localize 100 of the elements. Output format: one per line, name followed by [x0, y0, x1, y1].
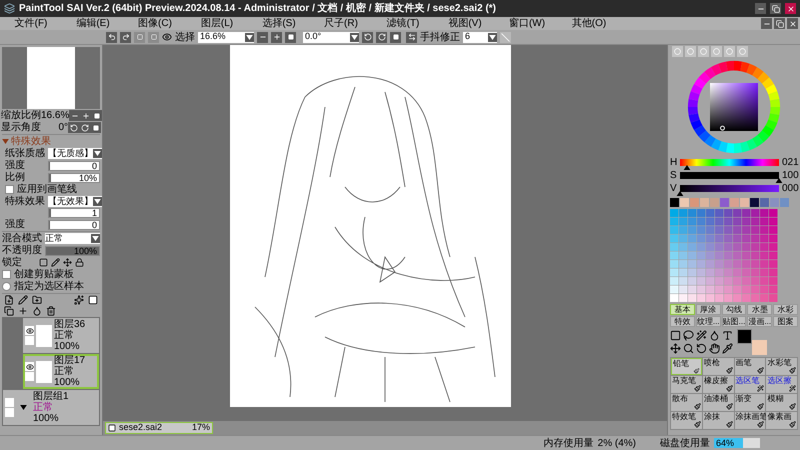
zoom-in-button[interactable] — [271, 32, 282, 42]
redo-button[interactable] — [120, 32, 131, 42]
color-swatch[interactable] — [700, 198, 709, 207]
brush-slot[interactable]: 散布 — [671, 394, 702, 411]
menu-item[interactable]: 图层(L) — [186, 18, 248, 30]
visibility-toggle[interactable] — [25, 362, 34, 371]
checkbox[interactable] — [2, 270, 11, 279]
brush-tab[interactable]: 厚涂 — [696, 304, 721, 315]
slider-value: 0 — [92, 220, 97, 230]
brush-slot[interactable]: 特效笔 — [671, 412, 702, 429]
minimize-button[interactable] — [761, 18, 772, 29]
layer-item[interactable]: 图层36 正常 100% — [23, 318, 99, 353]
slider-thumb[interactable] — [676, 191, 684, 196]
close-button[interactable] — [787, 18, 798, 29]
slider-thumb[interactable] — [776, 178, 782, 183]
brush-slot[interactable]: 像素画 — [766, 412, 797, 429]
rotate-right-button[interactable] — [376, 32, 387, 42]
visibility-toggle[interactable] — [5, 398, 14, 407]
navigator-preview[interactable] — [2, 47, 100, 109]
color-wheel-drawing[interactable] — [686, 59, 782, 155]
canvas-area[interactable] — [103, 45, 667, 421]
color-swatch[interactable] — [710, 198, 719, 207]
brush-tab[interactable]: 纹理... — [696, 316, 721, 327]
menu-item[interactable]: 选择(S) — [248, 18, 310, 30]
radio-button[interactable] — [2, 282, 11, 291]
menu-item[interactable]: 编辑(E) — [62, 18, 124, 30]
dropdown[interactable]: 【无质感】 — [48, 148, 102, 159]
brush-slot[interactable]: 水彩笔 — [766, 358, 797, 375]
dropdown[interactable]: 【无效果】 — [48, 196, 102, 207]
layer-item[interactable]: 图层17 正常 100% — [23, 354, 99, 389]
value-slider[interactable]: 1 — [48, 208, 100, 218]
brush-tab[interactable]: 特效 — [670, 316, 695, 327]
stabilizer-field[interactable]: 6 — [463, 32, 497, 42]
menu-item[interactable]: 其他(O) — [558, 18, 620, 30]
value-slider[interactable]: 0 — [48, 160, 100, 170]
visibility-toggle[interactable] — [25, 326, 34, 335]
brush-slot[interactable]: 选区笔 — [734, 376, 766, 393]
menu-item[interactable]: 窗口(W) — [496, 18, 558, 30]
brush-tab[interactable]: 水墨 — [747, 304, 772, 315]
reset-button[interactable] — [285, 32, 296, 42]
color-swatch[interactable] — [720, 198, 729, 207]
color-palette-drawing[interactable] — [670, 209, 778, 302]
color-swatch[interactable] — [730, 198, 739, 207]
color-swatch[interactable] — [680, 198, 689, 207]
restore-button[interactable] — [770, 3, 781, 14]
zoom-out-button[interactable] — [257, 32, 268, 42]
background-color[interactable] — [752, 340, 767, 355]
brush-slot[interactable]: 油漆桶 — [702, 394, 734, 411]
reset-button[interactable] — [390, 32, 401, 42]
brush-tab[interactable]: 勾线 — [722, 304, 746, 315]
checkbox-label: 创建剪贴蒙板 — [14, 269, 74, 280]
layer-item[interactable]: 图层组1 正常 100% — [3, 390, 99, 425]
brush-slot[interactable]: 涂抹 — [702, 412, 734, 429]
flip-button[interactable] — [406, 32, 417, 42]
brush-slot[interactable]: 马克笔 — [671, 376, 702, 393]
color-swatch[interactable] — [760, 198, 769, 207]
foreground-color[interactable] — [737, 329, 752, 344]
blend-dropdown[interactable]: 正常 — [45, 233, 100, 244]
color-swatch[interactable] — [780, 198, 789, 207]
opacity-slider[interactable]: 100% — [45, 246, 100, 256]
brush-tab[interactable]: 图案 — [773, 316, 798, 327]
zoom-value: 16.6% — [41, 110, 70, 121]
brush-slot[interactable]: 橡皮擦 — [702, 376, 734, 393]
brush-slot[interactable]: 渐变 — [734, 394, 766, 411]
undo-button[interactable] — [106, 32, 117, 42]
value-slider[interactable]: 0 — [48, 220, 100, 230]
color-swatch[interactable] — [740, 198, 749, 207]
brush-slot[interactable]: 画笔 — [734, 358, 766, 375]
rotate-left-button[interactable] — [362, 32, 373, 42]
value-slider[interactable]: 10% — [48, 172, 100, 182]
brush-slot[interactable]: 模糊 — [766, 394, 797, 411]
minimize-button[interactable] — [755, 3, 766, 14]
color-swatch[interactable] — [770, 198, 779, 207]
brush-tab[interactable]: 贴图... — [722, 316, 746, 327]
brush-tab[interactable]: 基本 — [670, 304, 695, 315]
reset-button[interactable] — [91, 110, 102, 121]
menu-item[interactable]: 视图(V) — [434, 18, 496, 30]
reset-button[interactable] — [90, 122, 101, 133]
line-button[interactable] — [500, 32, 511, 42]
brush-tab[interactable]: 漫画... — [747, 316, 772, 327]
angle-field[interactable]: 0.0° — [303, 32, 359, 42]
close-button[interactable] — [785, 3, 796, 14]
brush-slot[interactable]: 选区擦 — [766, 376, 797, 393]
brush-slot[interactable]: 铅笔 — [671, 358, 702, 375]
brush-tab[interactable]: 水彩 — [773, 304, 798, 315]
color-swatch[interactable] — [750, 198, 759, 207]
rotate-left-button[interactable] — [68, 122, 79, 133]
checkbox[interactable] — [5, 185, 14, 194]
color-swatch[interactable] — [670, 198, 679, 207]
zoom-field[interactable]: 16.6% — [198, 32, 254, 42]
menu-item[interactable]: 图像(C) — [124, 18, 186, 30]
restore-button[interactable] — [774, 18, 785, 29]
rotate-right-button[interactable] — [79, 122, 90, 133]
menu-item[interactable]: 尺子(R) — [310, 18, 372, 30]
brush-slot[interactable]: 喷枪 — [702, 358, 734, 375]
menu-item[interactable]: 滤镜(T) — [372, 18, 434, 30]
color-swatch[interactable] — [690, 198, 699, 207]
file-tab[interactable]: sese2.sai2 17% — [105, 422, 213, 434]
menu-item[interactable]: 文件(F) — [0, 18, 62, 30]
zoom-out-button[interactable] — [69, 110, 80, 121]
